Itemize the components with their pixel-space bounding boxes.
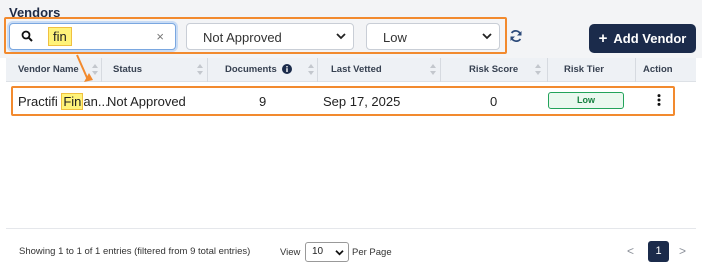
tier-filter-select[interactable]: Low [366,23,500,50]
per-page-value: 10 [312,246,324,257]
status-filter-select[interactable]: Not Approved [186,23,354,50]
search-input[interactable]: fin × [9,23,176,50]
pagination-next-button[interactable]: > [679,244,686,258]
search-match-highlight: Fin [61,93,84,110]
add-vendor-button[interactable]: + Add Vendor [589,24,696,53]
chevron-down-icon [335,250,344,256]
plus-icon: + [598,30,608,47]
column-divider [207,58,208,82]
pagination-current-page[interactable]: 1 [648,241,669,262]
column-header-risk-tier[interactable]: Risk Tier [564,58,604,82]
refresh-icon[interactable] [509,29,523,43]
column-divider [101,58,102,82]
last-vetted-cell: Sep 17, 2025 [323,94,401,109]
column-divider [635,58,636,82]
chevron-down-icon [336,33,346,40]
pagination-prev-button[interactable]: < [627,244,634,258]
kebab-menu-icon[interactable] [657,94,661,106]
chevron-down-icon [482,33,492,40]
column-header-documents[interactable]: Documents [225,58,277,82]
sort-icon[interactable] [197,64,203,75]
search-value: fin [48,27,72,46]
risk-score-cell: 0 [490,94,498,109]
status-filter-value: Not Approved [203,30,282,45]
status-cell: Not Approved [107,94,186,109]
per-page-select[interactable]: 10 [305,242,349,262]
vendor-name-cell[interactable]: Practifi Fin an... [18,93,109,110]
table-header: Vendor Name Status Documents Last Vetted… [6,58,696,82]
column-header-vendor-name[interactable]: Vendor Name [18,58,79,82]
sort-icon[interactable] [430,64,436,75]
per-page-label: Per Page [352,247,392,258]
view-label: View [280,247,301,258]
sort-icon[interactable] [92,64,98,75]
footer-divider [6,228,696,229]
column-header-action: Action [643,64,673,75]
column-header-status[interactable]: Status [113,58,142,82]
tier-filter-value: Low [383,30,407,45]
entries-summary: Showing 1 to 1 of 1 entries (filtered fr… [19,246,251,257]
column-header-last-vetted[interactable]: Last Vetted [331,58,382,82]
risk-tier-badge: Low [548,92,624,109]
column-divider [317,58,318,82]
info-icon[interactable] [282,64,292,74]
sort-icon[interactable] [308,64,314,75]
documents-cell: 9 [259,94,267,109]
clear-icon[interactable]: × [156,30,164,44]
sort-icon[interactable] [535,64,541,75]
column-header-risk-score[interactable]: Risk Score [469,58,518,82]
add-vendor-label: Add Vendor [613,31,687,46]
column-divider [440,58,441,82]
search-icon [21,30,33,42]
column-divider [547,58,548,82]
